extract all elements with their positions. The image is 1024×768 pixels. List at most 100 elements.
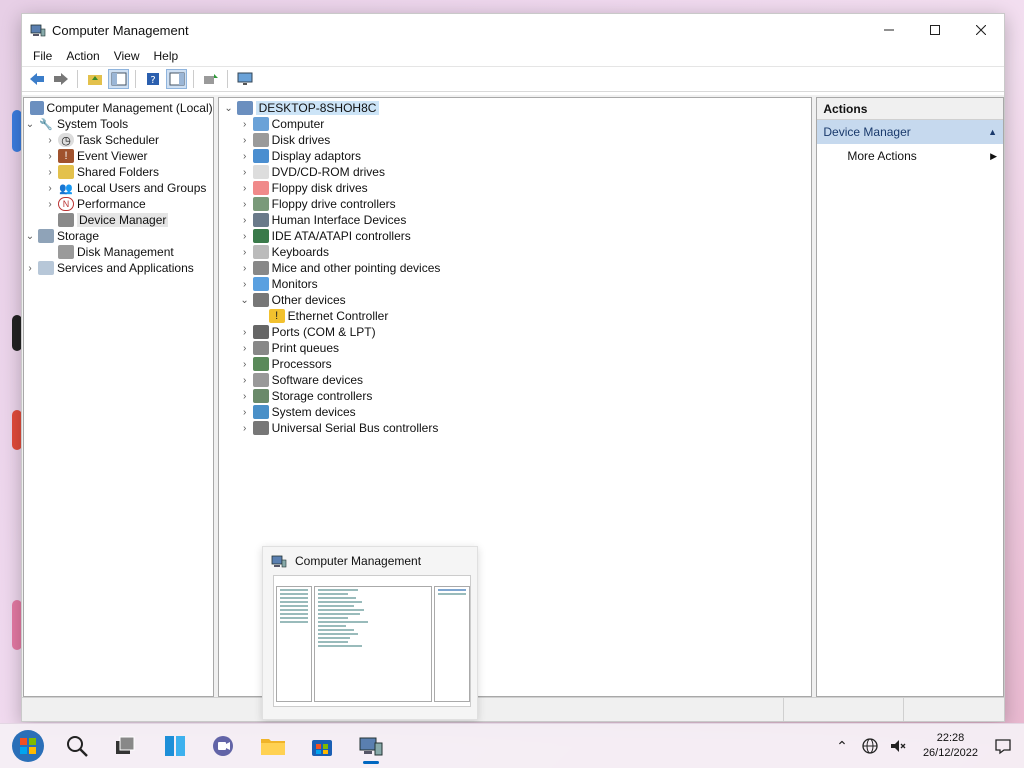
store-button[interactable] xyxy=(300,726,344,766)
tree-item-disk-management[interactable]: Disk Management xyxy=(24,244,213,260)
taskbar-computer-management[interactable] xyxy=(349,726,393,766)
clock[interactable]: 22:28 26/12/2022 xyxy=(923,731,978,761)
device-ethernet-controller[interactable]: ! Ethernet Controller xyxy=(223,308,812,324)
show-hidden-icons-button[interactable]: ⌃ xyxy=(831,735,853,757)
console-tree-icon xyxy=(111,72,126,86)
chevron-right-icon[interactable]: › xyxy=(239,215,251,226)
tree-item-event-viewer[interactable]: › ! Event Viewer xyxy=(24,148,213,164)
device-category[interactable]: › Computer xyxy=(223,116,812,132)
chat-button[interactable] xyxy=(202,726,246,766)
device-category[interactable]: ⌄ Other devices xyxy=(223,292,812,308)
update-driver-button[interactable] xyxy=(200,69,221,89)
menu-action[interactable]: Action xyxy=(59,49,106,63)
device-category[interactable]: › DVD/CD-ROM drives xyxy=(223,164,812,180)
chevron-right-icon[interactable]: › xyxy=(239,151,251,162)
device-category[interactable]: › Floppy disk drives xyxy=(223,180,812,196)
tree-item-shared-folders[interactable]: › Shared Folders xyxy=(24,164,213,180)
chevron-right-icon[interactable]: › xyxy=(239,231,251,242)
task-view-button[interactable] xyxy=(104,726,148,766)
device-manager-icon xyxy=(58,213,74,227)
file-explorer-button[interactable] xyxy=(251,726,295,766)
start-button[interactable] xyxy=(6,726,50,766)
device-category[interactable]: › Display adaptors xyxy=(223,148,812,164)
collapse-up-icon[interactable]: ▲ xyxy=(988,127,997,137)
widgets-button[interactable] xyxy=(153,726,197,766)
chevron-right-icon[interactable]: › xyxy=(239,423,251,434)
maximize-button[interactable] xyxy=(912,14,958,46)
menu-view[interactable]: View xyxy=(107,49,147,63)
chevron-right-icon[interactable]: › xyxy=(239,119,251,130)
chevron-right-icon[interactable]: › xyxy=(239,135,251,146)
tree-item-label: Event Viewer xyxy=(77,149,148,163)
tree-item-task-scheduler[interactable]: › ◷ Task Scheduler xyxy=(24,132,213,148)
close-button[interactable] xyxy=(958,14,1004,46)
menu-file[interactable]: File xyxy=(26,49,59,63)
tree-item-services[interactable]: › Services and Applications xyxy=(24,260,213,276)
tree-item-system-tools[interactable]: ⌄ 🔧 System Tools xyxy=(24,116,213,132)
device-tree-root[interactable]: ⌄ DESKTOP-8SHOH8C xyxy=(223,100,812,116)
device-category[interactable]: › Disk drives xyxy=(223,132,812,148)
back-button[interactable] xyxy=(26,69,47,89)
show-hide-console-tree-button[interactable] xyxy=(108,69,129,89)
chevron-right-icon[interactable]: › xyxy=(239,343,251,354)
tree-root[interactable]: Computer Management (Local) xyxy=(24,100,213,116)
tree-item-device-manager[interactable]: Device Manager xyxy=(24,212,213,228)
chevron-right-icon[interactable]: › xyxy=(239,359,251,370)
device-category-icon xyxy=(252,389,269,403)
device-category[interactable]: › IDE ATA/ATAPI controllers xyxy=(223,228,812,244)
chevron-right-icon[interactable]: › xyxy=(44,135,56,146)
more-actions-item[interactable]: More Actions ▶ xyxy=(817,144,1003,168)
device-category[interactable]: › Floppy drive controllers xyxy=(223,196,812,212)
chevron-right-icon[interactable]: › xyxy=(239,375,251,386)
chevron-right-icon[interactable]: › xyxy=(44,167,56,178)
device-category[interactable]: › Keyboards xyxy=(223,244,812,260)
device-category[interactable]: › Human Interface Devices xyxy=(223,212,812,228)
menu-help[interactable]: Help xyxy=(147,49,186,63)
device-category[interactable]: › Print queues xyxy=(223,340,812,356)
device-category[interactable]: › Universal Serial Bus controllers xyxy=(223,420,812,436)
chevron-right-icon[interactable]: › xyxy=(239,407,251,418)
chevron-right-icon[interactable]: › xyxy=(239,183,251,194)
tree-item-local-users[interactable]: › 👥 Local Users and Groups xyxy=(24,180,213,196)
up-level-button[interactable] xyxy=(84,69,105,89)
chevron-right-icon[interactable]: › xyxy=(239,263,251,274)
chevron-down-icon[interactable]: ⌄ xyxy=(223,103,235,114)
mini-middle-pane xyxy=(314,586,432,702)
minimize-button[interactable] xyxy=(866,14,912,46)
device-category[interactable]: › Monitors xyxy=(223,276,812,292)
network-button[interactable] xyxy=(859,735,881,757)
chevron-right-icon[interactable]: › xyxy=(44,199,56,210)
title-bar[interactable]: Computer Management xyxy=(22,14,1004,46)
actions-section-device-manager[interactable]: Device Manager ▲ xyxy=(817,120,1003,144)
device-category[interactable]: › Processors xyxy=(223,356,812,372)
shared-folder-icon xyxy=(58,165,74,179)
chevron-right-icon[interactable]: › xyxy=(239,327,251,338)
scan-hardware-button[interactable] xyxy=(234,69,255,89)
volume-button[interactable] xyxy=(887,735,909,757)
chevron-right-icon[interactable]: › xyxy=(239,279,251,290)
chevron-right-icon[interactable]: › xyxy=(239,391,251,402)
show-hide-action-pane-button[interactable] xyxy=(166,69,187,89)
taskbar-thumbnail-preview[interactable]: Computer Management xyxy=(262,546,478,720)
chevron-right-icon[interactable]: › xyxy=(239,199,251,210)
chevron-down-icon[interactable]: ⌄ xyxy=(239,295,251,306)
forward-button[interactable] xyxy=(50,69,71,89)
tree-item-performance[interactable]: › N Performance xyxy=(24,196,213,212)
chevron-down-icon[interactable]: ⌄ xyxy=(24,231,36,242)
help-button[interactable]: ? xyxy=(142,69,163,89)
device-category[interactable]: › System devices xyxy=(223,404,812,420)
chevron-right-icon[interactable]: › xyxy=(239,247,251,258)
device-category[interactable]: › Mice and other pointing devices xyxy=(223,260,812,276)
device-category[interactable]: › Ports (COM & LPT) xyxy=(223,324,812,340)
notifications-button[interactable] xyxy=(992,735,1014,757)
device-category[interactable]: › Storage controllers xyxy=(223,388,812,404)
chevron-down-icon[interactable]: ⌄ xyxy=(24,119,36,130)
performance-icon: N xyxy=(58,197,74,211)
chevron-right-icon[interactable]: › xyxy=(239,167,251,178)
chevron-right-icon[interactable]: › xyxy=(44,183,56,194)
chevron-right-icon[interactable]: › xyxy=(44,151,56,162)
device-category[interactable]: › Software devices xyxy=(223,372,812,388)
search-button[interactable] xyxy=(55,726,99,766)
chevron-right-icon[interactable]: › xyxy=(24,263,36,274)
tree-item-storage[interactable]: ⌄ Storage xyxy=(24,228,213,244)
